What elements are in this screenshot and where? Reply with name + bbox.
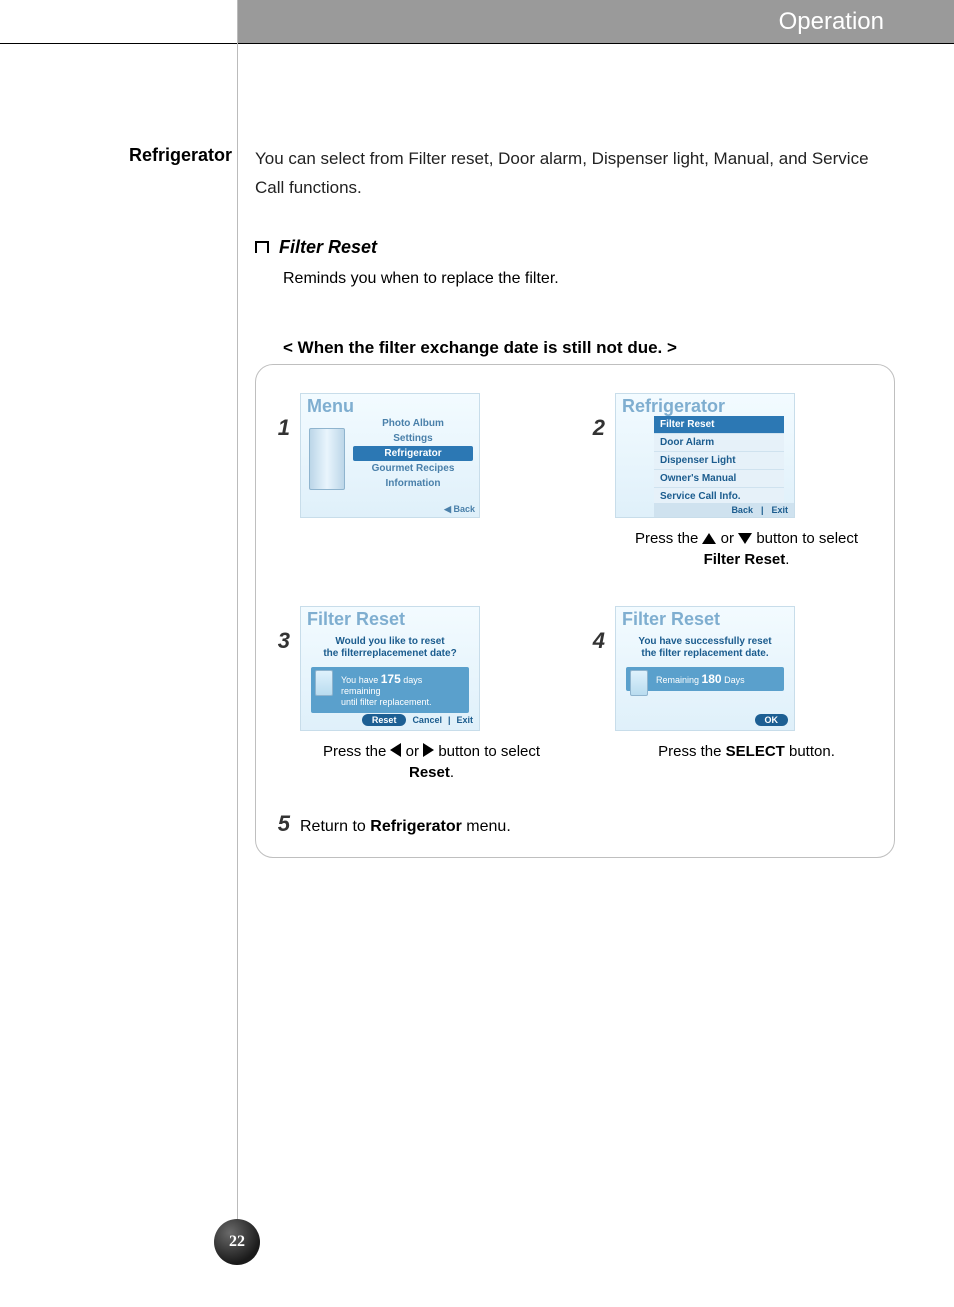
step-5-number: 5 [272,811,290,837]
step-3: 3 Filter Reset Would you like to reset t… [272,606,563,783]
step-1-screen: Menu Photo Album Settings Refrigerator G… [300,393,480,518]
bullet-icon [255,241,269,253]
screen3-remaining-box: You have 175 days remaining until filter… [311,667,469,713]
header-title: Operation [779,8,884,36]
list-item: Dispenser Light [654,452,784,470]
step-2-caption: Press the or button to select Filter Res… [615,528,878,570]
screen3-question: Would you like to reset the filterreplac… [301,632,479,665]
step-4-caption: Press the SELECT button. [615,741,878,762]
intro-text: You can select from Filter reset, Door a… [255,145,895,203]
screen4-message: You have successfully reset the filter r… [616,632,794,665]
filter-reset-desc: Reminds you when to replace the filter. [283,270,895,288]
step-5-text: Return to Refrigerator menu. [300,818,511,836]
content-area: You can select from Filter reset, Door a… [255,145,895,858]
screen4-buttons: OK [622,714,788,726]
menu-item: Gourmet Recipes [353,461,473,476]
screen4-title: Filter Reset [616,607,794,632]
step-2-screen: Refrigerator Filter Reset Door Alarm Dis… [615,393,795,518]
screen2-list: Filter Reset Door Alarm Dispenser Light … [654,416,784,506]
filter-icon [630,670,648,696]
step-4-number: 4 [587,606,605,783]
menu-item: Photo Album [353,416,473,431]
step-3-screen: Filter Reset Would you like to reset the… [300,606,480,731]
divider-vertical [237,0,238,1227]
filter-icon [315,670,333,696]
exit-button-label: Exit [771,505,788,515]
filter-reset-heading: Filter Reset [255,237,895,258]
screen3-buttons: Reset Cancel | Exit [307,714,473,726]
screen1-menu: Photo Album Settings Refrigerator Gourme… [353,416,473,491]
top-rule [0,43,954,44]
back-button-label: Back [731,505,753,515]
screen2-buttons: Back | Exit [654,503,794,517]
step-1-number: 1 [272,393,290,570]
step-3-number: 3 [272,606,290,783]
header-bar: Operation [237,0,954,43]
right-triangle-icon [423,743,434,757]
step-3-caption: Press the or button to select Reset. [300,741,563,783]
screen4-remaining-box: Remaining 180 Days [626,667,784,691]
step-4: 4 Filter Reset You have successfully res… [587,606,878,783]
filter-reset-heading-text: Filter Reset [279,237,377,258]
sidebar-label: Refrigerator [112,145,232,166]
screen3-title: Filter Reset [301,607,479,632]
left-triangle-icon [390,743,401,757]
menu-item: Settings [353,431,473,446]
reset-button-label: Reset [362,714,407,726]
list-item-selected: Filter Reset [654,416,784,434]
step-4-screen: Filter Reset You have successfully reset… [615,606,795,731]
step-2-number: 2 [587,393,605,570]
cancel-button-label: Cancel [412,715,442,725]
menu-item-selected: Refrigerator [353,446,473,461]
down-triangle-icon [738,533,752,544]
refrigerator-icon [309,428,345,490]
screen1-back: ◀ Back [444,504,475,515]
list-item: Door Alarm [654,434,784,452]
steps-panel: 1 Menu Photo Album Settings Refrigerator… [255,364,895,858]
page-number: 22 [229,1233,245,1251]
step-5: 5 Return to Refrigerator menu. [272,811,878,837]
menu-item: Information [353,476,473,491]
list-item: Owner's Manual [654,470,784,488]
page-number-badge: 22 [214,1219,260,1265]
step-2: 2 Refrigerator Filter Reset Door Alarm D… [587,393,878,570]
exit-button-label: Exit [456,715,473,725]
ok-button-label: OK [755,714,789,726]
up-triangle-icon [702,533,716,544]
step-1: 1 Menu Photo Album Settings Refrigerator… [272,393,563,570]
scenario-title: < When the filter exchange date is still… [283,338,895,358]
